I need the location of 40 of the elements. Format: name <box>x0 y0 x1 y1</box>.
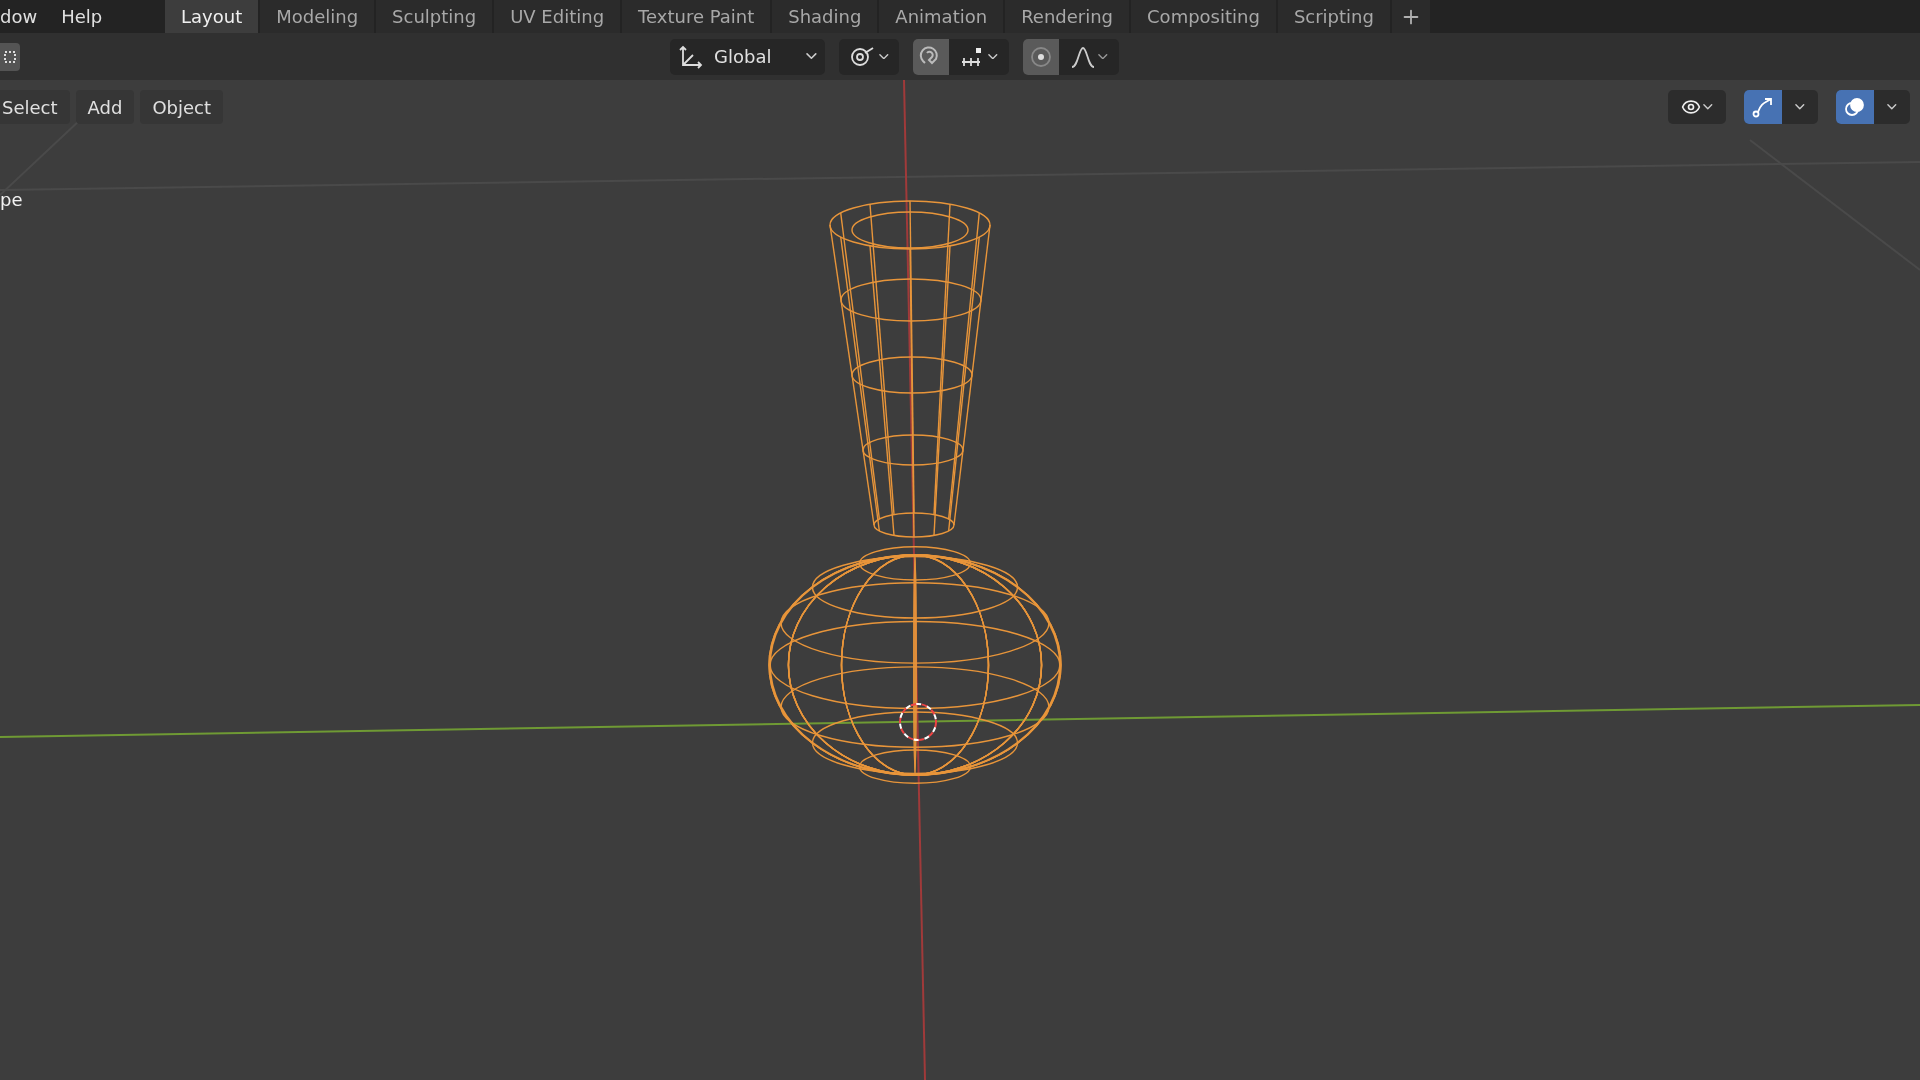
gizmo-arrow-icon <box>1751 95 1775 119</box>
workspace-tab[interactable]: Sculpting <box>376 0 493 33</box>
menu-item[interactable]: dow <box>0 3 38 30</box>
workspace-tab[interactable]: Compositing <box>1131 0 1276 33</box>
snap-toggle[interactable] <box>913 38 949 75</box>
chevron-down-icon <box>1098 53 1108 60</box>
menu-item[interactable]: Help <box>61 3 103 30</box>
pivot-point-dropdown[interactable] <box>839 38 899 75</box>
visibility-dropdown[interactable] <box>1668 90 1726 124</box>
workspace-tab[interactable]: Rendering <box>1005 0 1130 33</box>
axes-icon <box>678 43 704 70</box>
gizmo-toggle[interactable] <box>1744 90 1782 124</box>
workspace-tab[interactable]: Modeling <box>260 0 375 33</box>
overlay-toggle[interactable] <box>1836 90 1874 124</box>
chevron-down-icon <box>879 53 889 60</box>
chevron-down-icon <box>1703 104 1713 110</box>
workspace-tab[interactable]: Texture Paint <box>622 0 771 33</box>
select-mode-button[interactable] <box>0 43 20 71</box>
workspace-tab[interactable]: UV Editing <box>494 0 621 33</box>
viewport-menu[interactable]: Add <box>75 90 135 124</box>
chevron-down-icon <box>1887 104 1897 110</box>
workspace-tab[interactable]: Shading <box>772 0 878 33</box>
workspace-tab[interactable]: Layout <box>165 0 259 33</box>
object-label: pe <box>0 188 23 212</box>
eye-icon <box>1681 97 1702 117</box>
falloff-curve-icon <box>1070 44 1097 69</box>
overlapping-circles-icon <box>1843 95 1867 119</box>
circle-dot-icon <box>1030 45 1052 68</box>
workspace-tab[interactable]: Scripting <box>1277 0 1390 33</box>
chevron-down-icon <box>988 53 998 60</box>
add-workspace-button[interactable] <box>1391 0 1430 33</box>
viewport-menu[interactable]: Select <box>0 90 70 124</box>
proportional-editing-toggle[interactable] <box>1023 38 1059 75</box>
3d-cursor-icon <box>899 703 937 741</box>
chevron-down-icon <box>1795 104 1805 110</box>
orientation-dropdown[interactable]: Global <box>670 38 825 75</box>
viewport-menu[interactable]: Object <box>140 90 223 124</box>
chevron-down-icon <box>806 53 817 60</box>
dashed-square-icon <box>4 51 16 63</box>
workspace-tab[interactable]: Animation <box>879 0 1004 33</box>
